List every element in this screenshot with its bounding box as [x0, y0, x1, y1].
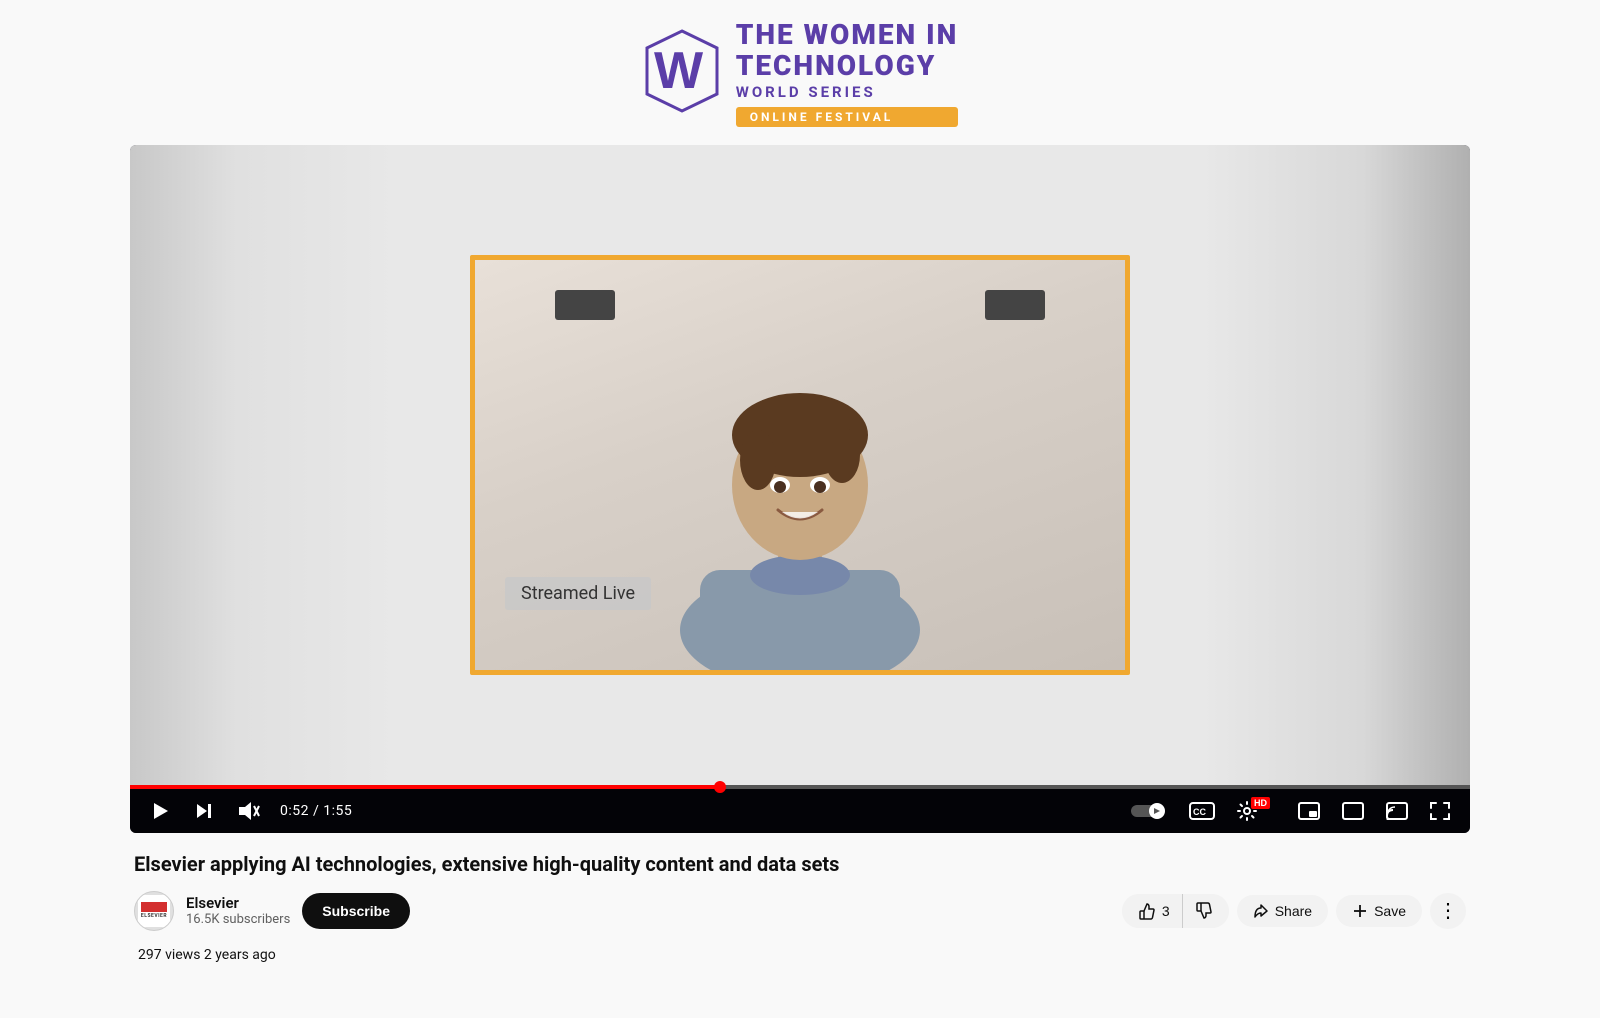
next-button[interactable] — [190, 797, 218, 825]
share-label: Share — [1275, 903, 1312, 919]
miniplayer-icon — [1298, 802, 1320, 820]
dislike-button[interactable] — [1183, 894, 1229, 928]
mute-icon — [238, 801, 260, 821]
progress-bar-fill — [130, 785, 720, 789]
share-button[interactable]: Share — [1237, 895, 1328, 927]
video-background: Streamed Live — [130, 145, 1470, 785]
theater-button[interactable] — [1338, 798, 1368, 824]
logo-area: W THE WOMEN IN TECHNOLOGY WORLD SERIES O… — [130, 20, 1470, 127]
video-player[interactable]: Streamed Live — [130, 145, 1470, 833]
thumbs-up-icon — [1138, 902, 1156, 920]
autoplay-icon — [1131, 801, 1167, 821]
channel-row: ELSEVIER Elsevier 16.5K subscribers Subs… — [134, 891, 1466, 931]
cast-icon — [1386, 802, 1408, 820]
channel-name: Elsevier — [186, 894, 290, 912]
autoplay-button[interactable] — [1127, 797, 1171, 825]
cc-button[interactable]: CC — [1185, 797, 1219, 825]
channel-info: ELSEVIER Elsevier 16.5K subscribers Subs… — [134, 891, 410, 931]
svg-text:CC: CC — [1193, 807, 1206, 817]
logo-subtitle: WORLD SERIES — [736, 82, 959, 103]
more-options-button[interactable]: ⋮ — [1430, 893, 1466, 929]
cast-button[interactable] — [1382, 798, 1412, 824]
save-button[interactable]: Save — [1336, 895, 1422, 927]
ceiling-light-right — [985, 290, 1045, 320]
page-wrapper: W THE WOMEN IN TECHNOLOGY WORLD SERIES O… — [130, 0, 1470, 1017]
theater-icon — [1342, 802, 1364, 820]
svg-text:W: W — [654, 42, 704, 100]
progress-dot — [714, 781, 726, 793]
play-icon — [150, 801, 170, 821]
fullscreen-icon — [1430, 802, 1450, 820]
fullscreen-button[interactable] — [1426, 798, 1454, 824]
video-person-area: Streamed Live — [475, 260, 1125, 670]
logo-w-icon: W — [642, 26, 722, 120]
share-icon — [1253, 903, 1269, 919]
elsevier-logo: ELSEVIER — [137, 894, 171, 928]
logo-badge: Online Festival — [736, 107, 959, 127]
cc-icon: CC — [1189, 801, 1215, 821]
save-icon — [1352, 903, 1368, 919]
view-count-text: 297 views 2 years ago — [138, 947, 276, 963]
hd-badge: HD — [1251, 797, 1270, 809]
controls-left: 0:52 / 1:55 — [146, 797, 352, 825]
video-info: Elsevier applying AI technologies, exten… — [130, 833, 1470, 977]
settings-button[interactable]: HD — [1233, 797, 1280, 825]
miniplayer-button[interactable] — [1294, 798, 1324, 824]
elsevier-logo-text: ELSEVIER — [141, 913, 167, 919]
person-silhouette — [640, 290, 960, 670]
like-button[interactable]: 3 — [1122, 894, 1183, 928]
controls-right: CC HD — [1127, 797, 1454, 825]
logo-title-line1: THE WOMEN IN — [736, 20, 959, 51]
save-label: Save — [1374, 903, 1406, 919]
next-icon — [194, 801, 214, 821]
video-stats: 297 views 2 years ago — [134, 941, 1466, 969]
more-options-icon: ⋮ — [1438, 898, 1458, 923]
logo-text-block: THE WOMEN IN TECHNOLOGY WORLD SERIES Onl… — [736, 20, 959, 127]
play-button[interactable] — [146, 797, 174, 825]
ceiling-light-left — [555, 290, 615, 320]
streamed-live-badge: Streamed Live — [505, 577, 651, 610]
channel-text-block: Elsevier 16.5K subscribers — [186, 894, 290, 927]
video-controls: 0:52 / 1:55 — [130, 785, 1470, 833]
thumbs-down-icon — [1195, 902, 1213, 920]
progress-bar[interactable] — [130, 785, 1470, 789]
elsevier-logo-top — [141, 902, 167, 912]
time-display: 0:52 / 1:55 — [280, 803, 352, 819]
channel-subs: 16.5K subscribers — [186, 912, 290, 927]
action-buttons: 3 Share — [1122, 893, 1466, 929]
controls-bar: 0:52 / 1:55 — [130, 789, 1470, 833]
mute-button[interactable] — [234, 797, 264, 825]
logo-title-line2: TECHNOLOGY — [736, 51, 959, 82]
channel-avatar[interactable]: ELSEVIER — [134, 891, 174, 931]
like-count: 3 — [1162, 903, 1170, 919]
video-inner-frame: Streamed Live — [470, 255, 1130, 675]
video-title: Elsevier applying AI technologies, exten… — [134, 851, 1466, 877]
like-dislike-group: 3 — [1122, 894, 1229, 928]
subscribe-button[interactable]: Subscribe — [302, 893, 410, 929]
